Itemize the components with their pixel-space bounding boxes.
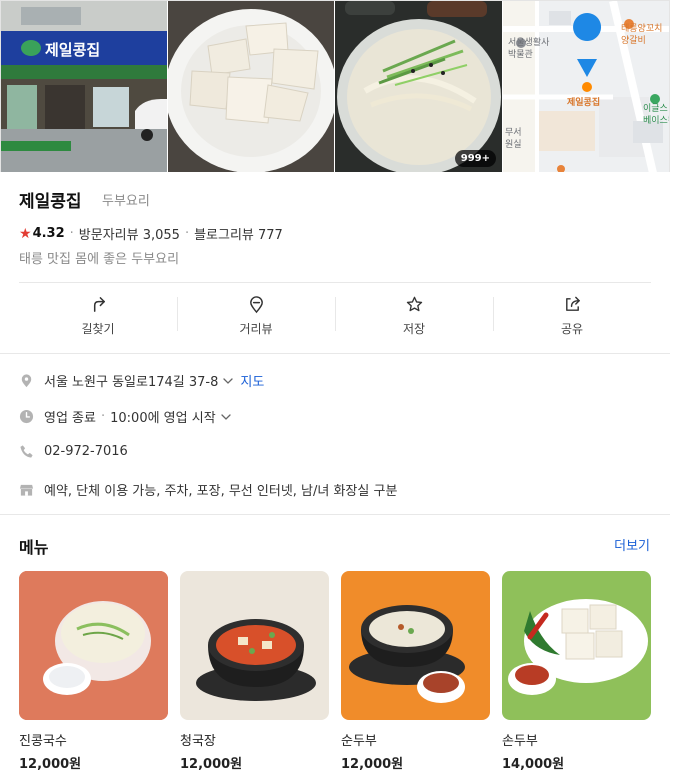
amenities-text: 예약, 단체 이용 가능, 주차, 포장, 무선 인터넷, 남/녀 화장실 구분 [44,484,398,499]
directions-button[interactable]: 길찾기 [19,283,177,342]
menu-more-link[interactable]: 더보기 [614,535,650,554]
menu-item-image[interactable] [180,571,329,720]
share-label: 공유 [560,322,584,336]
place-category: 두부요리 [102,194,150,209]
save-button[interactable]: 저장 [335,283,493,342]
svg-text:제일콩집: 제일콩집 [45,41,100,59]
save-label: 저장 [402,322,426,336]
map-thumbnail[interactable]: 서울생활사 박물관 태릉양꼬치 양갈비 제일콩집 이글스 베이스캠 무서 원실 [503,1,669,172]
blog-reviews-link[interactable]: 블로그리뷰 777 [194,224,283,243]
chevron-down-icon[interactable] [222,375,234,387]
divider [0,514,670,515]
menu-item-name: 청국장 [180,734,216,749]
street-view-label: 거리뷰 [239,322,273,336]
share-button[interactable]: 공유 [493,283,651,342]
hours-status: 영업 종료 [44,411,96,426]
location-pin-icon [21,374,32,388]
place-name[interactable]: 제일콩집 [19,187,82,212]
map-poi-kebab: 태릉양꼬치 양갈비 [621,24,663,46]
star-outline-icon [406,296,422,312]
menu-item-image[interactable] [502,571,651,720]
tofu-photo[interactable] [168,1,334,172]
divider [0,353,670,354]
menu-item[interactable]: 진콩국수 12,000원 [19,571,168,772]
menu-item-price: 12,000원 [19,757,82,772]
menu-item-price: 12,000원 [341,757,404,772]
map-poi-museum: 서울생활사 박물관 [508,38,550,60]
share-icon [565,296,580,311]
address-row[interactable]: 서울 노원구 동일로174길 37-8 지도 [19,371,264,390]
rating-value: 4.32 [32,226,65,241]
phone-number[interactable]: 02-972-7016 [44,444,128,459]
phone-icon [20,445,33,458]
phone-row[interactable]: 02-972-7016 [19,444,128,459]
separator-dot: · [184,226,190,241]
visitor-reviews-link[interactable]: 방문자리뷰 3,055 [79,224,180,243]
menu-item-image[interactable] [19,571,168,720]
street-view-button[interactable]: 거리뷰 [177,283,335,342]
map-marker-label: 제일콩집 [567,98,601,108]
menu-item-name: 손두부 [502,734,538,749]
clock-icon [19,409,34,424]
photo-strip[interactable]: 제일콩집 999+ 서울생활사 박물관 태릉양꼬치 양갈비 제일콩집 이글스 베… [0,0,670,172]
separator-dot: · [69,226,74,241]
store-icon [19,484,34,496]
noodle-photo[interactable]: 999+ [335,1,502,172]
map-poi-store: 이글스 베이스캠 [643,104,669,126]
menu-item[interactable]: 순두부 12,000원 [341,571,490,772]
map-poi-street: 무서 원실 [505,128,522,150]
menu-item-price: 12,000원 [180,757,243,772]
directions-icon [93,297,105,312]
amenities-row: 예약, 단체 이용 가능, 주차, 포장, 무선 인터넷, 남/녀 화장실 구분 [19,480,397,499]
menu-item[interactable]: 청국장 12,000원 [180,571,329,772]
photo-count-badge[interactable]: 999+ [454,150,496,167]
star-icon: ★ [19,225,32,242]
menu-item[interactable]: 손두부 14,000원 [502,571,651,772]
map-link[interactable]: 지도 [240,371,264,390]
menu-item-name: 진콩국수 [19,734,67,749]
menu-item-name: 순두부 [341,734,377,749]
hours-row[interactable]: 영업 종료 · 10:00에 영업 시작 [19,407,238,426]
storefront-photo[interactable]: 제일콩집 [1,1,167,172]
street-view-icon [249,296,263,314]
rating-row: ★ 4.32 · 방문자리뷰 3,055 · 블로그리뷰 777 [19,224,283,244]
place-description: 태릉 맛집 몸에 좋은 두부요리 [19,252,180,267]
address-text[interactable]: 서울 노원구 동일로174길 37-8 [44,371,218,390]
action-bar: 길찾기 거리뷰 저장 공유 [19,282,651,342]
directions-label: 길찾기 [81,322,115,336]
menu-item-image[interactable] [341,571,490,720]
hours-next-open: 10:00에 영업 시작 [110,411,216,426]
menu-item-price: 14,000원 [502,757,565,772]
menu-section-title: 메뉴 [19,538,49,557]
chevron-down-icon[interactable] [220,411,232,423]
separator-dot: · [100,409,106,424]
